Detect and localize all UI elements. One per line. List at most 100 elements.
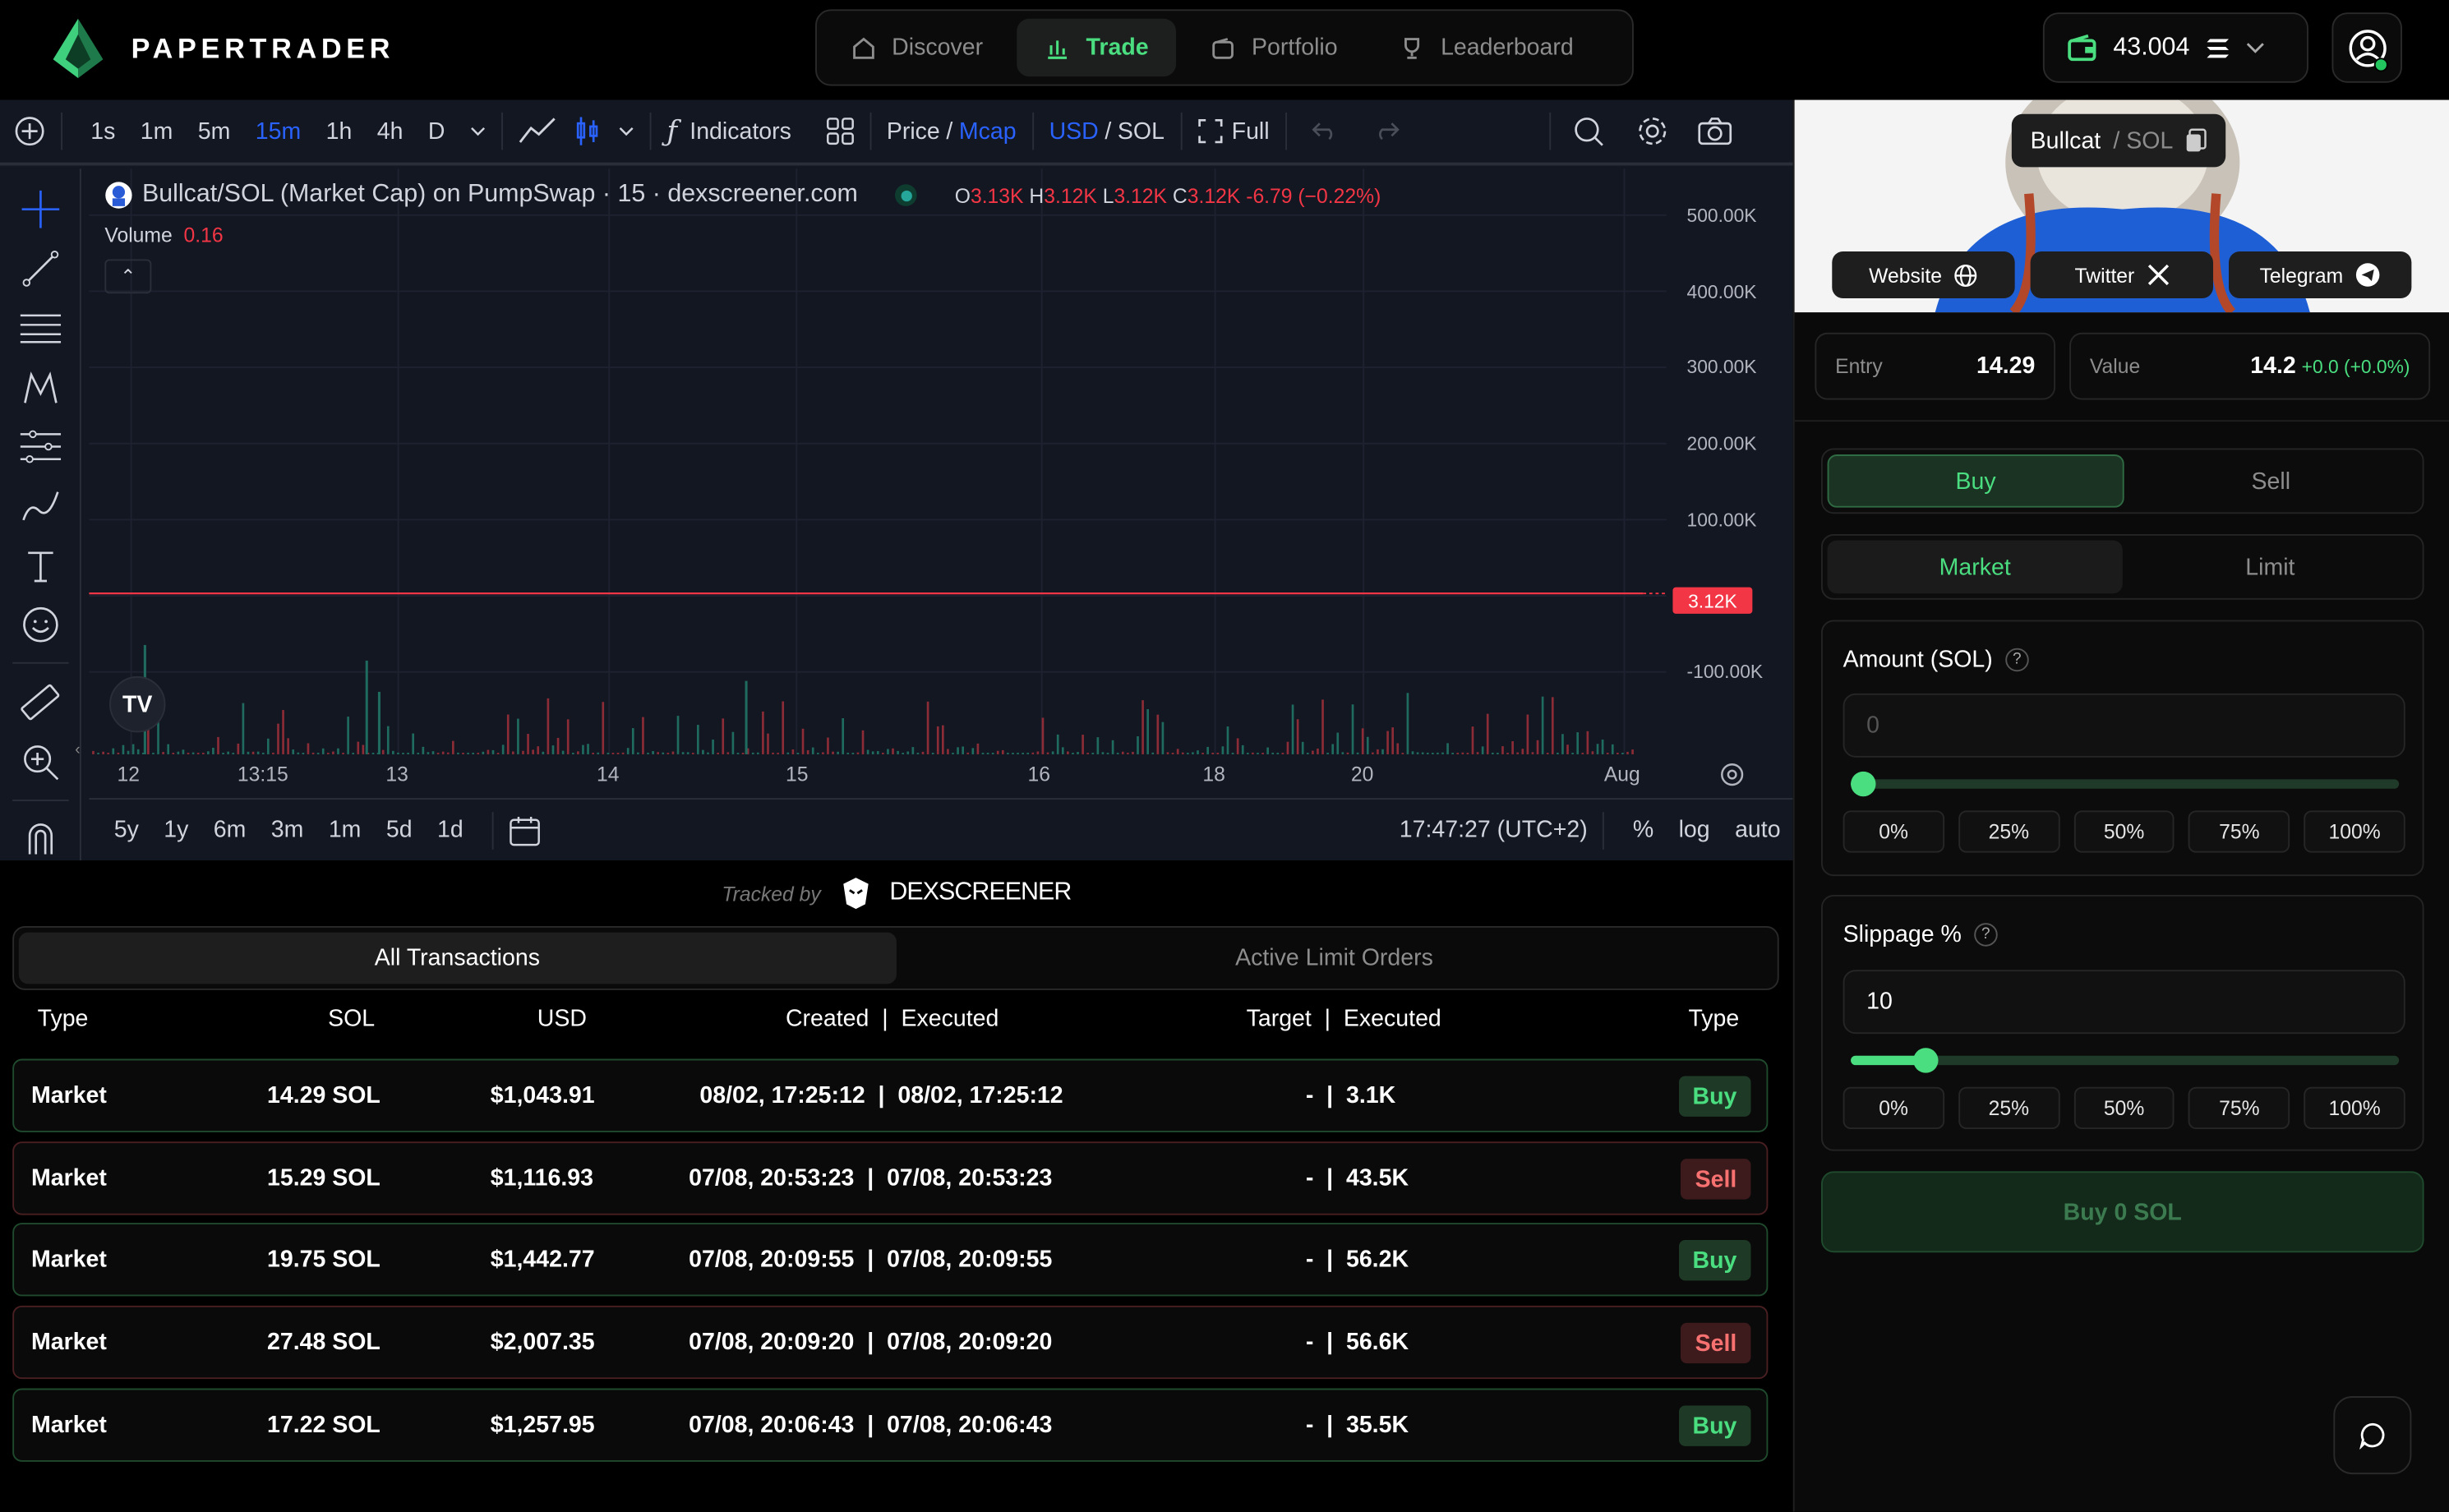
magnet-tool[interactable] (19, 815, 62, 859)
amount-pct-25[interactable]: 25% (1958, 810, 2059, 853)
nav-discover[interactable]: Discover (823, 19, 1012, 76)
gear-icon[interactable] (1635, 114, 1669, 149)
slippage-pct-75[interactable]: 75% (2188, 1086, 2290, 1130)
slippage-pct-25[interactable]: 25% (1958, 1086, 2059, 1130)
side-sell-tab[interactable]: Sell (2124, 454, 2418, 508)
log-toggle[interactable]: log (1666, 817, 1722, 843)
prediction-tool[interactable] (19, 425, 62, 468)
zoom-tool[interactable] (19, 740, 62, 784)
logo[interactable]: PAPERTRADER (53, 18, 395, 79)
side-buy-tab[interactable]: Buy (1827, 454, 2124, 508)
amount-pct-100[interactable]: 100% (2304, 810, 2405, 853)
amount-pct-0[interactable]: 0% (1843, 810, 1944, 853)
token-name-pill[interactable]: Bullcat / SOL (2011, 113, 2226, 168)
range-1m[interactable]: 1m (316, 817, 374, 843)
chart-plot-area[interactable] (89, 168, 1667, 786)
time-axis[interactable]: 12 13:15 13 14 15 16 18 20 Aug (89, 756, 1667, 791)
pattern-tool[interactable] (19, 366, 62, 409)
amount-pct-50[interactable]: 50% (2073, 810, 2175, 853)
nav-portfolio[interactable]: Portfolio (1183, 19, 1365, 76)
clock-readout[interactable]: 17:47:27 (UTC+2) (1400, 817, 1588, 843)
amount-slider-thumb[interactable] (1851, 771, 1876, 797)
price-mcap-toggle[interactable]: Price / Mcap (887, 118, 1017, 144)
submit-buy-button[interactable]: Buy 0 SOL (1820, 1171, 2424, 1253)
volume-bar (1461, 752, 1464, 754)
table-row[interactable]: Market 14.29 SOL $1,043.91 08/02, 17:25:12 … (12, 1058, 1769, 1132)
amount-slider[interactable] (1851, 771, 2400, 797)
crosshair-tool[interactable] (19, 187, 62, 231)
auto-toggle[interactable]: auto (1723, 817, 1793, 843)
website-link[interactable]: Website (1832, 251, 2015, 298)
copy-icon[interactable] (2186, 128, 2208, 153)
slippage-slider[interactable] (1851, 1048, 2400, 1073)
twitter-link[interactable]: Twitter (2030, 251, 2214, 298)
collapse-legend-button[interactable]: ⌃ (104, 259, 152, 294)
line-chart-icon[interactable] (519, 118, 556, 145)
timeframe-5m[interactable]: 5m (186, 118, 243, 144)
range-1d[interactable]: 1d (425, 817, 476, 843)
range-1y[interactable]: 1y (151, 817, 201, 843)
candlestick-icon[interactable] (574, 116, 599, 147)
indicators-button[interactable]: ƒ Indicators (666, 115, 791, 148)
quick-search-icon[interactable] (1572, 116, 1603, 147)
currency-toggle[interactable]: USD / SOL (1049, 118, 1165, 144)
range-5y[interactable]: 5y (102, 817, 152, 843)
order-limit-tab[interactable]: Limit (2123, 541, 2418, 594)
add-symbol-icon[interactable] (14, 116, 45, 147)
table-row[interactable]: Market 19.75 SOL $1,442.77 07/08, 20:09:55 … (12, 1223, 1769, 1297)
chat-button[interactable] (2333, 1396, 2412, 1475)
left-panel-toggle[interactable]: ‹ (75, 731, 87, 768)
fib-tool[interactable] (19, 306, 62, 349)
table-row[interactable]: Market 15.29 SOL $1,116.93 07/08, 20:53:23 … (12, 1141, 1769, 1215)
amount-input[interactable]: 0 (1843, 693, 2405, 758)
telegram-link[interactable]: Telegram (2229, 251, 2412, 298)
volume-bar (731, 731, 735, 754)
nav-leaderboard[interactable]: Leaderboard (1372, 19, 1602, 76)
timeframe-1m[interactable]: 1m (128, 118, 186, 144)
nav-trade[interactable]: Trade (1017, 18, 1177, 77)
timeframe-1h[interactable]: 1h (313, 118, 364, 144)
undo-icon[interactable] (1311, 122, 1336, 141)
price-axis[interactable]: 500.00K 400.00K 300.00K 200.00K 100.00K -100.… (1667, 168, 1793, 786)
camera-icon[interactable] (1697, 118, 1732, 145)
slippage-slider-thumb[interactable] (1913, 1048, 1939, 1073)
amount-pct-75[interactable]: 75% (2188, 810, 2290, 853)
tab-all-transactions[interactable]: All Transactions (18, 932, 896, 984)
calendar-icon[interactable] (509, 814, 540, 846)
brush-tool[interactable] (19, 484, 62, 528)
layout-grid-icon[interactable] (826, 118, 854, 145)
slippage-pct-50[interactable]: 50% (2073, 1086, 2175, 1130)
axis-settings-icon[interactable] (1719, 762, 1744, 786)
tab-active-limit-orders[interactable]: Active Limit Orders (896, 933, 1773, 984)
timeframe-1s[interactable]: 1s (78, 118, 128, 144)
help-icon[interactable]: ? (2005, 648, 2029, 672)
range-5d[interactable]: 5d (374, 817, 425, 843)
wallet-dropdown[interactable]: 43.004 (2042, 12, 2308, 83)
user-avatar-button[interactable] (2331, 12, 2402, 83)
range-6m[interactable]: 6m (201, 817, 259, 843)
chevron-down-icon[interactable] (618, 127, 634, 136)
table-row[interactable]: Market 17.22 SOL $1,257.95 07/08, 20:06:43 … (12, 1388, 1769, 1462)
tracked-by-footer[interactable]: Tracked by DEXSCREENER (0, 860, 1793, 926)
slippage-pct-0[interactable]: 0% (1843, 1086, 1944, 1130)
trend-line-tool[interactable] (19, 247, 62, 290)
text-tool[interactable] (19, 543, 62, 587)
help-icon[interactable]: ? (1974, 923, 1998, 947)
range-3m[interactable]: 3m (259, 817, 316, 843)
tradingview-logo[interactable]: TV (109, 675, 166, 733)
volume-bar (1306, 753, 1309, 754)
emoji-tool[interactable] (19, 603, 62, 647)
timeframe-d[interactable]: D (416, 118, 458, 144)
redo-icon[interactable] (1374, 122, 1400, 141)
chevron-down-icon[interactable] (470, 127, 486, 136)
fullscreen-button[interactable]: Full (1197, 118, 1270, 145)
table-row[interactable]: Market 27.48 SOL $2,007.35 07/08, 20:09:20 … (12, 1305, 1769, 1380)
order-market-tab[interactable]: Market (1827, 540, 2123, 594)
percent-toggle[interactable]: % (1621, 817, 1667, 843)
last-price-label: 3.12K (1672, 587, 1753, 614)
timeframe-4h[interactable]: 4h (365, 118, 416, 144)
timeframe-15m[interactable]: 15m (243, 118, 314, 144)
measure-tool[interactable] (19, 681, 62, 725)
slippage-input[interactable]: 10 (1843, 970, 2405, 1035)
slippage-pct-100[interactable]: 100% (2304, 1086, 2405, 1130)
